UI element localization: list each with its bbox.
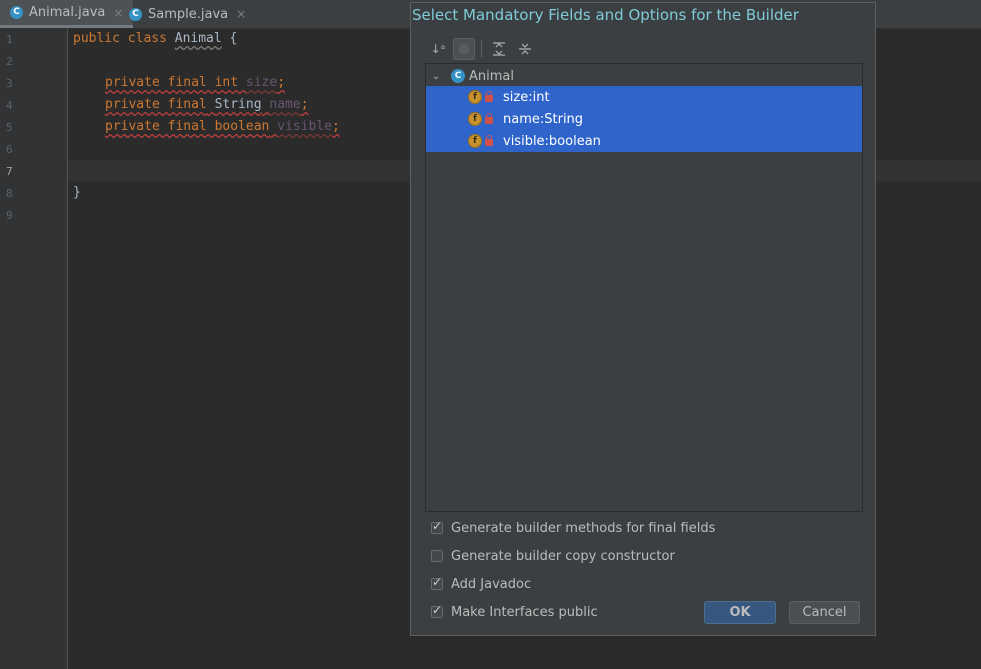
expand-all-glyph	[493, 42, 505, 56]
expand-all-icon[interactable]	[488, 38, 510, 60]
class-icon: C	[10, 6, 23, 19]
tab-sample-java[interactable]: C Sample.java ×	[119, 0, 256, 28]
cancel-button[interactable]: Cancel	[789, 601, 860, 624]
checkbox-checked[interactable]	[431, 519, 443, 534]
semicolon: ;	[300, 97, 309, 112]
line-number-gutter: 1 2 3 4 5 6 7 8 9	[0, 29, 68, 669]
line-number: 8	[6, 187, 13, 200]
class-name: Animal	[174, 31, 222, 46]
option-interfaces-public[interactable]: Make Interfaces public	[431, 603, 598, 621]
field-name: size	[245, 75, 278, 90]
option-add-javadoc[interactable]: Add Javadoc	[431, 575, 531, 593]
semicolon: ;	[332, 119, 340, 134]
chevron-down-icon[interactable]: ⌄	[432, 71, 444, 82]
collapse-all-icon[interactable]	[514, 38, 536, 60]
field-name: name	[269, 97, 301, 112]
keyword: private final int	[105, 75, 239, 90]
field-label: size:int	[503, 89, 550, 105]
tab-animal-java[interactable]: C Animal.java ×	[0, 0, 134, 28]
line-number: 2	[6, 55, 13, 68]
semicolon: ;	[277, 75, 286, 90]
field-name: visible	[277, 119, 332, 134]
option-label: Add Javadoc	[451, 576, 532, 592]
field-label: name:String	[503, 111, 584, 127]
field-icon: f	[468, 90, 482, 104]
tree-root-label: Animal	[469, 68, 514, 84]
toolbar-separator	[481, 40, 482, 58]
dialog-toolbar: ↓ᵃ	[427, 37, 540, 61]
line-number: 9	[6, 209, 13, 222]
type-name: String	[214, 97, 262, 112]
lock-icon	[485, 91, 493, 102]
show-classes-icon[interactable]	[453, 38, 475, 60]
tab-label: Animal.java	[29, 5, 106, 20]
keyword: public class	[73, 31, 167, 46]
code-line-5[interactable]: private final boolean visible;	[105, 119, 340, 134]
field-label: visible:boolean	[503, 133, 601, 149]
option-label: Generate builder methods for final field…	[451, 520, 716, 536]
tree-root-animal[interactable]: ⌄ C Animal	[426, 66, 514, 86]
option-label: Make Interfaces public	[451, 604, 598, 620]
builder-dialog: Select Mandatory Fields and Options for …	[410, 2, 876, 636]
tab-label: Sample.java	[148, 6, 229, 22]
lock-icon	[485, 113, 493, 124]
checkbox-checked[interactable]	[431, 575, 443, 590]
checkbox-unchecked[interactable]	[431, 550, 443, 562]
code-line-4[interactable]: private final String name;	[105, 97, 309, 112]
class-icon: C	[451, 69, 465, 83]
line-number: 5	[6, 121, 13, 134]
fields-tree[interactable]: ⌄ C Animal f size:int f name:String f vi…	[425, 63, 863, 512]
code-line-3[interactable]: private final int size;	[105, 75, 285, 90]
brace: }	[73, 185, 81, 200]
checkbox-checked[interactable]	[431, 603, 443, 618]
field-icon: f	[468, 112, 482, 126]
code-line-8[interactable]: }	[73, 185, 81, 200]
ok-button[interactable]: OK	[704, 601, 776, 624]
circle-icon	[458, 43, 470, 55]
tree-row-visible[interactable]: f visible:boolean	[426, 130, 862, 152]
line-number: 4	[6, 99, 13, 112]
keyword: private final boolean	[105, 119, 270, 134]
line-number: 1	[6, 33, 13, 46]
tree-row-name[interactable]: f name:String	[426, 108, 862, 130]
line-number: 3	[6, 77, 13, 90]
close-icon[interactable]: ×	[236, 7, 246, 21]
class-icon: C	[129, 7, 142, 21]
lock-icon	[485, 135, 493, 146]
tree-row-size[interactable]: f size:int	[426, 86, 862, 108]
field-icon: f	[468, 134, 482, 148]
option-builder-methods-final[interactable]: Generate builder methods for final field…	[431, 519, 715, 537]
collapse-all-glyph	[519, 43, 531, 55]
option-copy-constructor[interactable]: Generate builder copy constructor	[431, 547, 675, 565]
line-number: 7	[6, 165, 13, 178]
option-label: Generate builder copy constructor	[451, 548, 675, 564]
dialog-title: Select Mandatory Fields and Options for …	[412, 6, 799, 24]
brace: {	[229, 31, 238, 46]
keyword: private final	[105, 97, 207, 112]
line-number: 6	[6, 143, 13, 156]
code-line-1[interactable]: public class Animal {	[73, 31, 237, 46]
sort-alpha-icon[interactable]: ↓ᵃ	[427, 38, 449, 60]
